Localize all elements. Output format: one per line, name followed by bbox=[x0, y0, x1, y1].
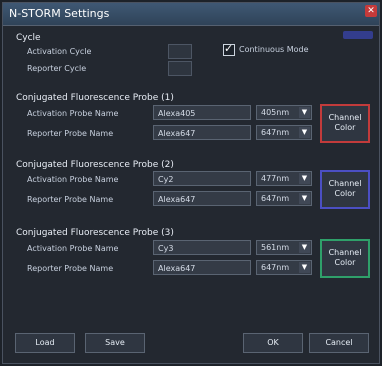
probe-1-reporter-input[interactable]: Alexa647 bbox=[153, 125, 251, 140]
probe-2-channel-color-label-2: Color bbox=[334, 189, 356, 198]
reporter-cycle-label: Reporter Cycle bbox=[27, 64, 87, 73]
probe-2-activation-wavelength-select[interactable]: 477nm ▼ bbox=[256, 171, 312, 186]
chevron-down-icon: ▼ bbox=[299, 262, 310, 273]
ok-button[interactable]: OK bbox=[243, 333, 303, 353]
probe-2-channel-color-button[interactable]: Channel Color bbox=[320, 170, 370, 209]
probe-2-reporter-label: Reporter Probe Name bbox=[27, 195, 114, 204]
settings-window: N-STORM Settings ✕ Cycle Activation Cycl… bbox=[2, 2, 380, 364]
cycle-section-title: Cycle bbox=[16, 33, 41, 43]
probe-3-reporter-label: Reporter Probe Name bbox=[27, 264, 114, 273]
probe-3-reporter-wavelength-select[interactable]: 647nm ▼ bbox=[256, 260, 312, 275]
check-icon: ✓ bbox=[224, 42, 234, 55]
probe-3-reporter-wavelength-value: 647nm bbox=[261, 263, 290, 272]
save-button[interactable]: Save bbox=[85, 333, 145, 353]
chevron-down-icon: ▼ bbox=[299, 127, 310, 138]
reporter-cycle-input[interactable] bbox=[168, 61, 192, 76]
probe-2-reporter-input[interactable]: Alexa647 bbox=[153, 191, 251, 206]
probe-2-reporter-wavelength-select[interactable]: 647nm ▼ bbox=[256, 191, 312, 206]
chevron-down-icon: ▼ bbox=[299, 107, 310, 118]
probe-3-activation-input[interactable]: Cy3 bbox=[153, 240, 251, 255]
probe-3-activation-wavelength-select[interactable]: 561nm ▼ bbox=[256, 240, 312, 255]
continuous-mode-checkbox[interactable]: ✓ bbox=[223, 42, 235, 56]
probe-1-title: Conjugated Fluorescence Probe (1) bbox=[16, 93, 174, 103]
probe-2-reporter-wavelength-value: 647nm bbox=[261, 194, 290, 203]
probe-2-activation-input[interactable]: Cy2 bbox=[153, 171, 251, 186]
continuous-mode-label: Continuous Mode bbox=[239, 45, 309, 54]
activation-cycle-input[interactable] bbox=[168, 44, 192, 59]
probe-1-channel-color-label-2: Color bbox=[334, 123, 356, 132]
probe-2-activation-wavelength-value: 477nm bbox=[261, 174, 290, 183]
chevron-down-icon: ▼ bbox=[299, 193, 310, 204]
chevron-down-icon: ▼ bbox=[299, 242, 310, 253]
decorative-marker bbox=[343, 31, 373, 39]
probe-1-reporter-wavelength-select[interactable]: 647nm ▼ bbox=[256, 125, 312, 140]
probe-2-title: Conjugated Fluorescence Probe (2) bbox=[16, 160, 174, 170]
probe-1-channel-color-button[interactable]: Channel Color bbox=[320, 104, 370, 143]
probe-3-channel-color-button[interactable]: Channel Color bbox=[320, 239, 370, 278]
probe-3-activation-wavelength-value: 561nm bbox=[261, 243, 290, 252]
probe-3-title: Conjugated Fluorescence Probe (3) bbox=[16, 228, 174, 238]
cancel-button[interactable]: Cancel bbox=[309, 333, 369, 353]
probe-3-activation-label: Activation Probe Name bbox=[27, 244, 119, 253]
title-bar: N-STORM Settings ✕ bbox=[3, 3, 379, 26]
probe-1-activation-wavelength-value: 405nm bbox=[261, 108, 290, 117]
activation-cycle-label: Activation Cycle bbox=[27, 47, 92, 56]
chevron-down-icon: ▼ bbox=[299, 173, 310, 184]
probe-3-channel-color-label-2: Color bbox=[334, 258, 356, 267]
probe-3-channel-color-label-1: Channel bbox=[328, 248, 362, 257]
load-button[interactable]: Load bbox=[15, 333, 75, 353]
probe-1-reporter-label: Reporter Probe Name bbox=[27, 129, 114, 138]
probe-3-reporter-input[interactable]: Alexa647 bbox=[153, 260, 251, 275]
close-icon[interactable]: ✕ bbox=[365, 5, 377, 17]
probe-2-channel-color-label-1: Channel bbox=[328, 179, 362, 188]
probe-1-channel-color-label-1: Channel bbox=[328, 113, 362, 122]
probe-1-reporter-wavelength-value: 647nm bbox=[261, 128, 290, 137]
probe-1-activation-label: Activation Probe Name bbox=[27, 109, 119, 118]
probe-1-activation-input[interactable]: Alexa405 bbox=[153, 105, 251, 120]
probe-2-activation-label: Activation Probe Name bbox=[27, 175, 119, 184]
window-title: N-STORM Settings bbox=[9, 7, 110, 20]
probe-1-activation-wavelength-select[interactable]: 405nm ▼ bbox=[256, 105, 312, 120]
